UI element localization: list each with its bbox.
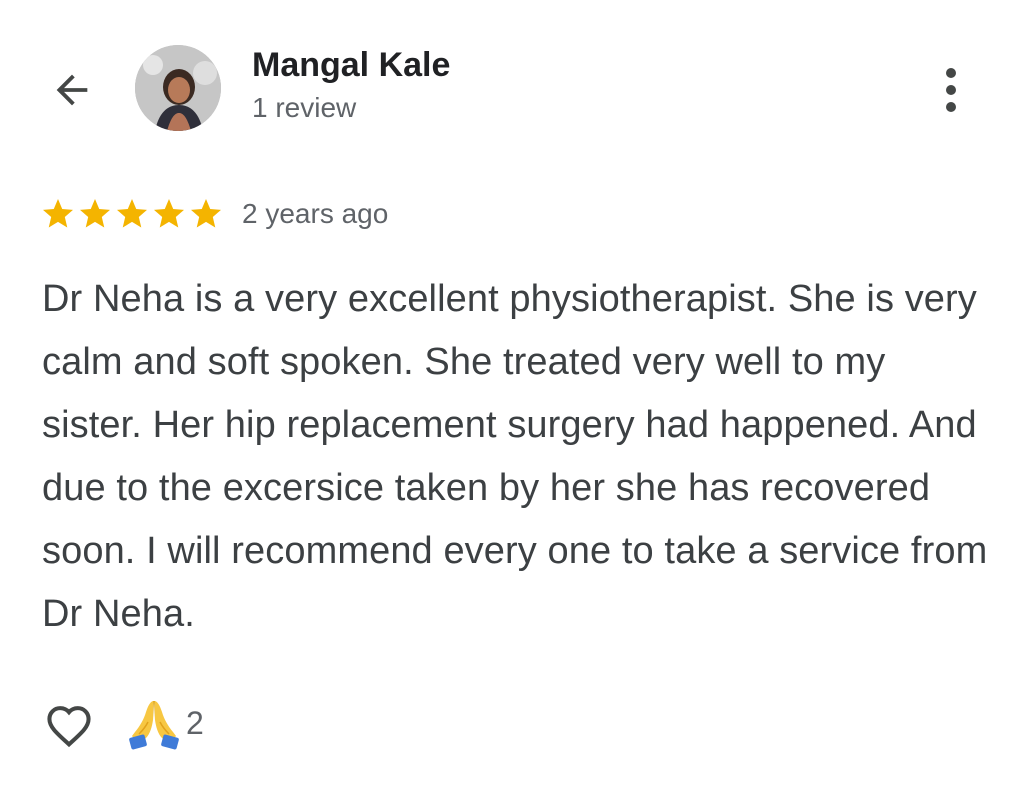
- avatar[interactable]: [135, 45, 221, 131]
- reviewer-name[interactable]: Mangal Kale: [252, 46, 450, 85]
- star-icon: [117, 199, 147, 228]
- folded-hands-icon: [129, 701, 179, 750]
- reaction-button[interactable]: 2: [128, 696, 204, 750]
- star-icon: [154, 199, 184, 228]
- star-icon: [191, 199, 221, 228]
- star-icon: [43, 199, 73, 228]
- heart-icon: [47, 706, 91, 748]
- more-vertical-icon: [946, 68, 956, 112]
- review-text: Dr Neha is a very excellent physiotherap…: [42, 278, 988, 635]
- star-rating: [40, 196, 224, 232]
- review-actions: 2: [40, 693, 204, 753]
- avatar-image: [135, 45, 221, 131]
- review-time: 2 years ago: [242, 198, 389, 229]
- rating-row: 2 years ago: [40, 192, 388, 236]
- review-header: Mangal Kale 1 review: [0, 0, 1024, 160]
- star-icon: [80, 199, 110, 228]
- reaction-count: 2: [186, 704, 204, 741]
- like-button[interactable]: [40, 694, 98, 752]
- more-options-button[interactable]: [925, 60, 977, 120]
- arrow-left-icon: [56, 74, 88, 106]
- back-button[interactable]: [44, 62, 100, 118]
- review-count: 1 review: [252, 92, 357, 123]
